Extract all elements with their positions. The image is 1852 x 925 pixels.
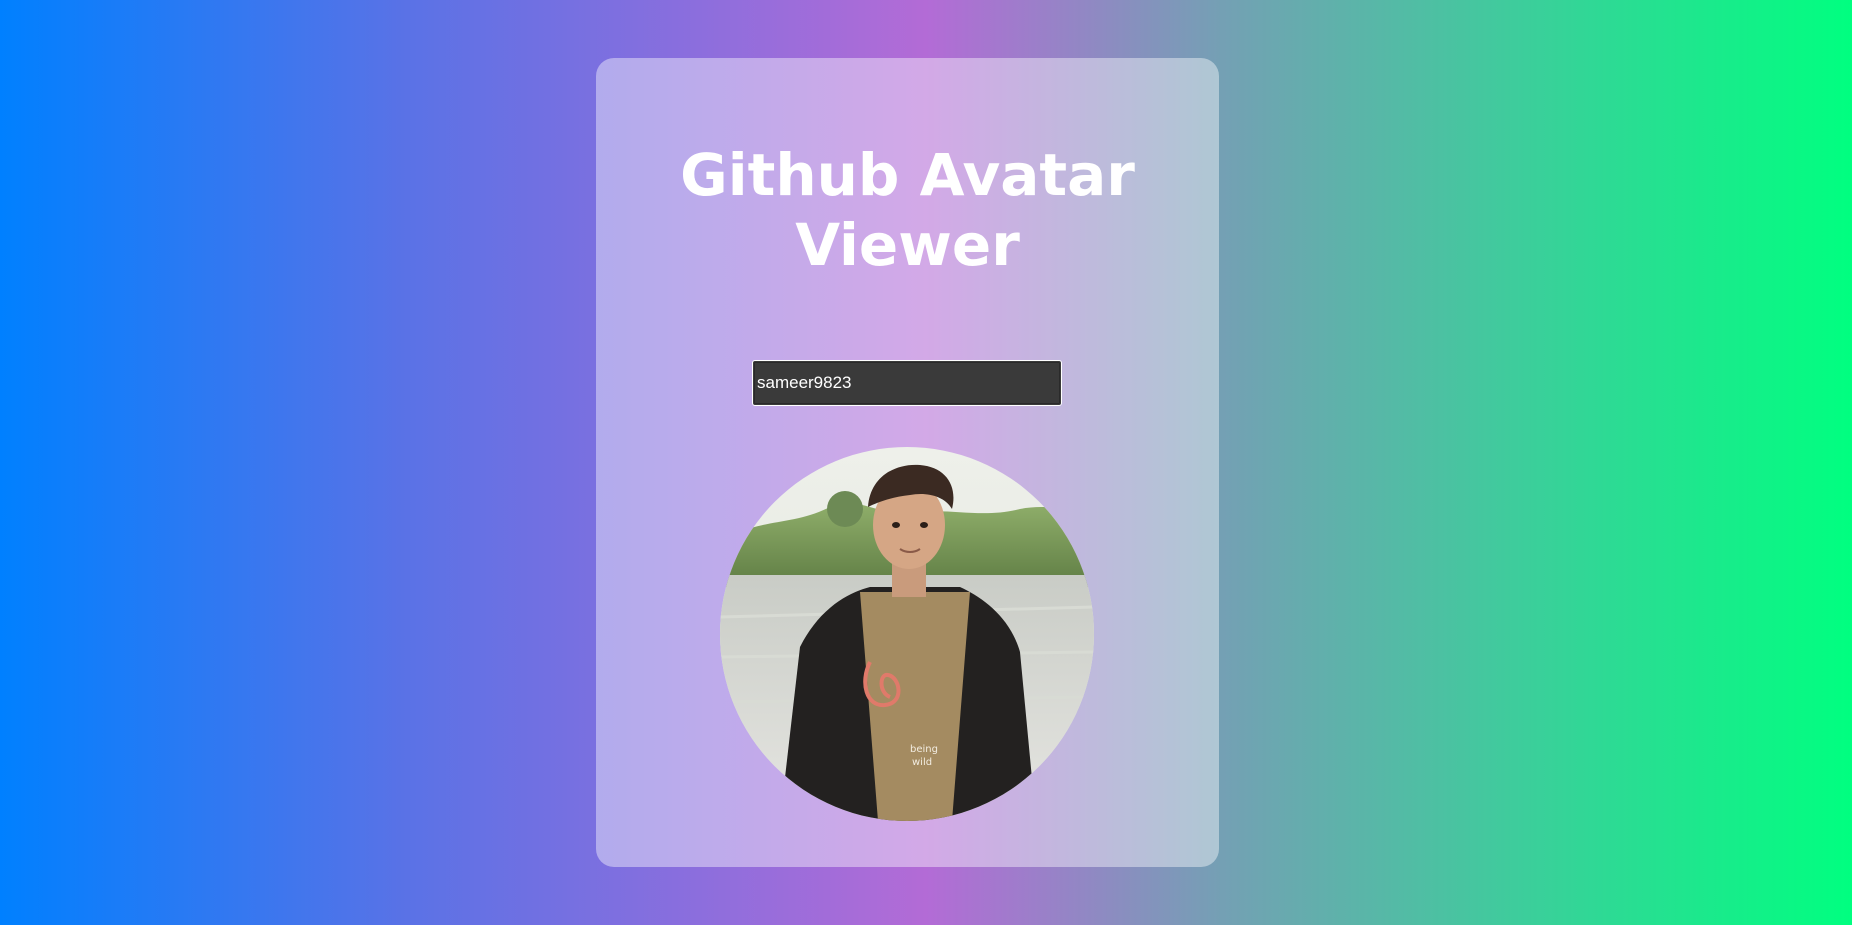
tshirt-text-1: being [910,744,938,755]
username-input[interactable] [752,360,1062,406]
avatar-image: being wild [720,447,1094,821]
page-title: Github Avatar Viewer [680,141,1135,279]
avatar-viewer-card: Github Avatar Viewer sameer9823 being wi… [596,58,1219,867]
tshirt-text-2: wild [912,757,932,768]
